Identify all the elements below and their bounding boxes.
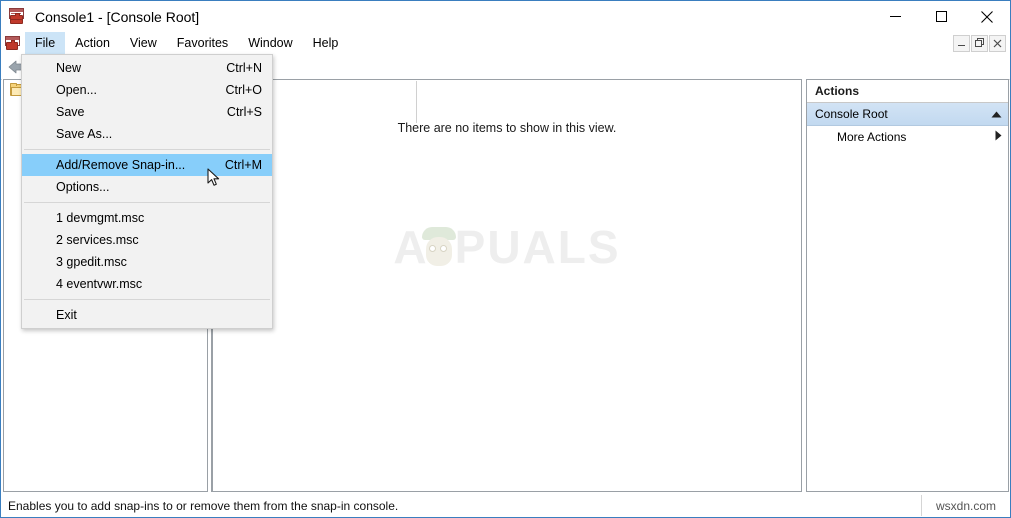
content-pane[interactable]: There are no items to show in this view.… [212, 79, 802, 492]
file-menu-item-save-as[interactable]: Save As... [22, 123, 272, 145]
actions-group-console-root[interactable]: Console Root [807, 103, 1008, 126]
appuals-watermark: A PUALS [213, 220, 801, 274]
file-menu-item-label: New [56, 61, 82, 75]
file-menu-item-label: Save [56, 105, 85, 119]
file-menu-item-3-gpedit-msc[interactable]: 3 gpedit.msc [22, 251, 272, 273]
menu-view[interactable]: View [120, 32, 167, 54]
menu-separator [24, 299, 270, 300]
empty-view-message: There are no items to show in this view. [397, 121, 617, 135]
menu-help[interactable]: Help [303, 32, 349, 54]
title-bar: Console1 - [Console Root] [1, 1, 1010, 32]
window-minimize-button[interactable] [872, 1, 918, 32]
file-menu-item-label: Add/Remove Snap-in... [56, 158, 186, 172]
file-menu-item-shortcut: Ctrl+M [224, 158, 262, 172]
mdi-restore-button[interactable] [971, 34, 988, 52]
status-watermark: wsxdn.com [935, 498, 997, 513]
file-menu-item-add-remove-snap-in[interactable]: Add/Remove Snap-in... Ctrl+M [22, 154, 272, 176]
file-menu-item-shortcut: Ctrl+N [226, 61, 262, 75]
mdi-window-controls [953, 32, 1010, 54]
menu-separator [24, 149, 270, 150]
file-menu-item-label: 2 services.msc [56, 233, 139, 247]
mdi-close-button[interactable] [989, 34, 1006, 52]
file-menu-item-label: 4 eventvwr.msc [56, 277, 143, 291]
menu-file[interactable]: File [25, 32, 66, 54]
file-dropdown-menu: New Ctrl+N Open... Ctrl+O Save Ctrl+S Save As.… [21, 54, 273, 329]
file-menu-item-label: Options... [56, 180, 110, 194]
file-menu-item-label: Exit [56, 308, 77, 322]
mmc-console-window: Console1 - [Console Root] File Action Vi… [0, 0, 1011, 518]
file-menu-item-options[interactable]: Options... [22, 176, 272, 198]
window-close-button[interactable] [964, 1, 1010, 32]
actions-item-more-actions[interactable]: More Actions [807, 126, 1008, 148]
status-bar: Enables you to add snap-ins to or remove… [2, 494, 1010, 517]
file-menu-item-shortcut: Ctrl+S [226, 105, 262, 119]
chevron-right-icon[interactable] [995, 130, 1002, 144]
status-message: Enables you to add snap-ins to or remove… [8, 498, 399, 513]
actions-group-label: Console Root [815, 107, 888, 121]
menu-separator [24, 202, 270, 203]
mdi-child-icon[interactable] [1, 32, 25, 54]
file-menu-item-label: Save As... [56, 127, 113, 141]
file-menu-item-exit[interactable]: Exit [22, 304, 272, 326]
file-menu-item-4-eventvwr-msc[interactable]: 4 eventvwr.msc [22, 273, 272, 295]
mmc-console-icon [9, 7, 27, 26]
file-menu-item-label: Open... [56, 83, 97, 97]
file-menu-item-2-services-msc[interactable]: 2 services.msc [22, 229, 272, 251]
actions-pane-header: Actions [807, 80, 1008, 103]
file-menu-item-shortcut: Ctrl+O [225, 83, 262, 97]
file-menu-item-1-devmgmt-msc[interactable]: 1 devmgmt.msc [22, 207, 272, 229]
mdi-minimize-button[interactable] [953, 34, 970, 52]
file-menu-item-label: 1 devmgmt.msc [56, 211, 145, 225]
window-title: Console1 - [Console Root] [35, 8, 200, 25]
appuals-mascot-icon [419, 224, 459, 270]
menu-favorites[interactable]: Favorites [167, 32, 238, 54]
file-menu-item-label: 3 gpedit.msc [56, 255, 127, 269]
menu-bar: File Action View Favorites Window Help [1, 32, 1010, 54]
menu-window[interactable]: Window [238, 32, 302, 54]
actions-item-label: More Actions [837, 130, 907, 144]
file-menu-item-open[interactable]: Open... Ctrl+O [22, 79, 272, 101]
menu-action[interactable]: Action [65, 32, 120, 54]
menubar-spacer [348, 32, 953, 54]
column-divider [416, 81, 417, 123]
actions-pane: Actions Console Root More Actions [806, 79, 1009, 492]
file-menu-item-save[interactable]: Save Ctrl+S [22, 101, 272, 123]
file-menu-item-new[interactable]: New Ctrl+N [22, 57, 272, 79]
chevron-up-icon[interactable] [991, 107, 1002, 121]
watermark-text: PUALS [454, 221, 621, 273]
window-maximize-button[interactable] [918, 1, 964, 32]
